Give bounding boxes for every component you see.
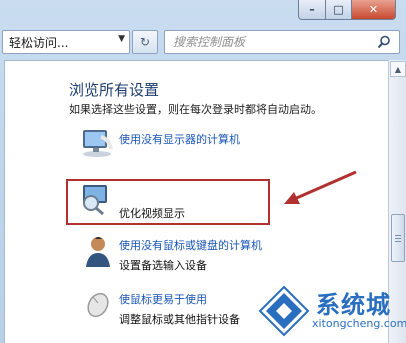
- watermark-url: xitongcheng.com: [312, 317, 406, 330]
- scroll-up-icon[interactable]: ▲: [390, 61, 406, 77]
- item-desc-alt-input: 设置备选输入设备: [119, 259, 207, 272]
- refresh-icon: ↻: [139, 35, 151, 49]
- link-use-without-mouse-keyboard[interactable]: 使用没有鼠标或键盘的计算机: [119, 237, 262, 253]
- list-item: 使用没有鼠标或键盘的计算机 设置备选输入设备: [5, 233, 385, 277]
- annotation-arrow-icon: [284, 170, 357, 204]
- scrollbar-thumb[interactable]: [391, 214, 405, 262]
- highlight-box: [66, 179, 270, 225]
- refresh-button[interactable]: ↻: [132, 30, 158, 54]
- address-text: 轻松访问...: [9, 35, 69, 50]
- watermark: 系统城 xitongcheng.com: [254, 283, 406, 339]
- address-toolbar: 轻松访问... ▼ ↻: [0, 28, 406, 58]
- control-panel-window: – □ ✕ 轻松访问... ▼ ↻ 浏览所有设置 如果选择这些设置，则在每次登录…: [0, 0, 406, 343]
- page-title: 浏览所有设置: [69, 81, 160, 99]
- window-controls: – □ ✕: [298, 0, 396, 22]
- search-box[interactable]: [164, 30, 400, 54]
- mouse-icon: [83, 289, 113, 323]
- page-subtitle: 如果选择这些设置，则在每次登录时都将自动启动。: [69, 103, 322, 116]
- link-use-without-display[interactable]: 使用没有显示器的计算机: [119, 131, 240, 147]
- item-desc-adjust-pointer: 调整鼠标或其他指针设备: [119, 313, 240, 326]
- close-button[interactable]: ✕: [352, 0, 396, 20]
- link-make-mouse-easier[interactable]: 使鼠标更易于使用: [119, 291, 207, 307]
- list-item: 使用没有显示器的计算机: [5, 123, 385, 163]
- monitor-icon: [79, 127, 115, 163]
- address-bar[interactable]: 轻松访问... ▼: [2, 30, 130, 54]
- watermark-title: 系统城: [316, 291, 391, 319]
- search-icon[interactable]: [377, 34, 391, 53]
- watermark-logo-icon: [258, 285, 310, 337]
- chevron-down-icon[interactable]: ▼: [118, 34, 125, 44]
- minimize-button[interactable]: –: [298, 0, 326, 20]
- user-icon: [83, 235, 113, 273]
- search-input[interactable]: [173, 35, 363, 49]
- maximize-button[interactable]: □: [326, 0, 352, 20]
